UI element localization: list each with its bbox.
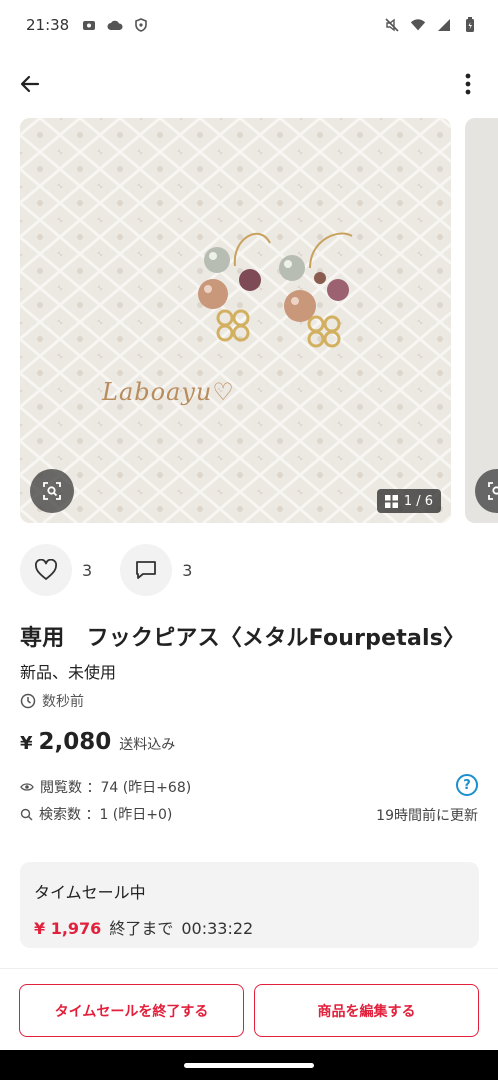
more-vertical-icon bbox=[465, 73, 471, 95]
comment-icon bbox=[136, 561, 157, 579]
item-condition: 新品、未使用 bbox=[20, 663, 117, 682]
posted-time: 数秒前 bbox=[20, 691, 84, 711]
search-stat: 検索数 ：1 (昨日+0) bbox=[20, 804, 172, 824]
more-menu-button[interactable] bbox=[450, 64, 486, 104]
photo-watermark: Laboayu♡ bbox=[102, 378, 235, 406]
price-row: ¥ 2,080 送料込み bbox=[20, 729, 175, 755]
battery-icon bbox=[462, 17, 478, 33]
comment-button[interactable] bbox=[120, 544, 173, 596]
mute-icon bbox=[384, 17, 400, 33]
comment-count: 3 bbox=[182, 560, 193, 580]
eye-icon bbox=[20, 783, 34, 791]
search-text: 検索数 ：1 (昨日+0) bbox=[39, 807, 173, 823]
image-carousel[interactable]: Laboayu♡ 1 / 6 bbox=[0, 118, 498, 523]
edit-item-button[interactable]: 商品を編集する bbox=[254, 984, 479, 1037]
image-search-icon bbox=[488, 482, 498, 500]
bottom-action-bar: タイムセールを終了する 商品を編集する bbox=[0, 968, 498, 1050]
grid-icon bbox=[384, 494, 398, 508]
price: 2,080 bbox=[38, 729, 112, 755]
next-photo-preview[interactable] bbox=[465, 118, 498, 523]
zoom-button-next[interactable] bbox=[475, 469, 498, 513]
actions-row: 3 3 bbox=[20, 543, 220, 597]
search-icon bbox=[20, 808, 33, 820]
arrow-left-icon bbox=[20, 75, 40, 93]
help-icon[interactable]: ? bbox=[456, 774, 478, 796]
item-title: 専用 フックピアス〈メタルFourpetals〉 bbox=[20, 626, 466, 651]
time-sale-card: タイムセール中 ¥ 1,976 終了まで 00:33:22 bbox=[20, 862, 479, 948]
wifi-icon bbox=[410, 17, 426, 33]
photo-counter-text: 1 / 6 bbox=[403, 493, 433, 509]
image-search-icon bbox=[43, 482, 61, 500]
clock-icon bbox=[20, 693, 36, 709]
shield-icon bbox=[133, 17, 149, 33]
shipping-label: 送料込み bbox=[119, 737, 176, 753]
views-stat: 閲覧数 ：74 (昨日+68) bbox=[20, 777, 191, 797]
time-sale-row: ¥ 1,976 終了まで 00:33:22 bbox=[34, 915, 253, 939]
home-gesture-handle[interactable] bbox=[184, 1063, 314, 1068]
updated-time: 19時間前に更新 bbox=[376, 808, 478, 824]
lace-background bbox=[20, 118, 451, 523]
status-time: 21:38 bbox=[26, 16, 70, 34]
price-currency: ¥ bbox=[20, 733, 33, 754]
zoom-button[interactable] bbox=[30, 469, 74, 513]
product-photo[interactable]: Laboayu♡ 1 / 6 bbox=[20, 118, 451, 523]
status-bar: 21:38 bbox=[0, 0, 498, 50]
back-button[interactable] bbox=[10, 64, 50, 104]
end-time-sale-button[interactable]: タイムセールを終了する bbox=[19, 984, 244, 1037]
signal-icon bbox=[436, 17, 452, 33]
like-count: 3 bbox=[82, 560, 93, 580]
time-sale-title: タイムセール中 bbox=[34, 883, 146, 902]
photo-counter: 1 / 6 bbox=[376, 489, 441, 513]
sale-countdown: 00:33:22 bbox=[181, 919, 254, 938]
sale-price: ¥ 1,976 bbox=[34, 919, 102, 938]
app-bar bbox=[0, 58, 498, 110]
cloud-icon bbox=[107, 17, 123, 33]
system-nav-bar bbox=[0, 1050, 498, 1080]
like-button[interactable] bbox=[20, 544, 72, 596]
posted-time-text: 数秒前 bbox=[42, 694, 84, 710]
views-text: 閲覧数 ：74 (昨日+68) bbox=[40, 780, 192, 796]
sale-until-label: 終了まで bbox=[109, 919, 174, 938]
heart-icon bbox=[34, 559, 58, 580]
app-icon bbox=[81, 17, 97, 33]
